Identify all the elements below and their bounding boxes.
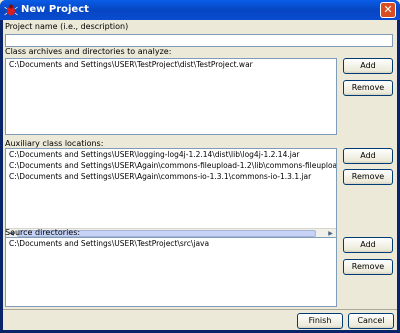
close-button[interactable]: ✕ bbox=[380, 2, 396, 18]
source-dirs-remove-button[interactable]: Remove bbox=[343, 259, 393, 275]
cancel-button[interactable]: Cancel bbox=[348, 313, 394, 329]
bug-icon bbox=[4, 4, 18, 16]
list-item[interactable]: C:\Documents and Settings\USER\logging-l… bbox=[6, 149, 336, 160]
footer-bar: Finish Cancel bbox=[3, 311, 397, 330]
class-archives-label: Class archives and directories to analyz… bbox=[5, 47, 172, 56]
aux-class-add-button[interactable]: Add bbox=[343, 148, 393, 164]
window-title: New Project bbox=[21, 4, 89, 15]
source-dirs-list[interactable]: C:\Documents and Settings\USER\TestProje… bbox=[5, 237, 337, 307]
project-name-input[interactable] bbox=[5, 34, 393, 47]
class-archives-add-button[interactable]: Add bbox=[343, 58, 393, 74]
close-icon: ✕ bbox=[383, 3, 393, 16]
list-item[interactable]: C:\Documents and Settings\USER\TestProje… bbox=[6, 59, 336, 70]
finish-button[interactable]: Finish bbox=[297, 313, 343, 329]
class-archives-remove-button[interactable]: Remove bbox=[343, 80, 393, 96]
scroll-right-icon[interactable]: ▶ bbox=[326, 230, 335, 237]
title-bar[interactable]: New Project ✕ bbox=[0, 0, 400, 20]
project-name-label: Project name (i.e., description) bbox=[5, 22, 129, 31]
aux-class-label: Auxiliary class locations: bbox=[5, 139, 104, 148]
footer-separator bbox=[3, 309, 397, 310]
aux-class-remove-button[interactable]: Remove bbox=[343, 169, 393, 185]
source-dirs-add-button[interactable]: Add bbox=[343, 237, 393, 253]
class-archives-list[interactable]: C:\Documents and Settings\USER\TestProje… bbox=[5, 58, 337, 135]
aux-class-list[interactable]: C:\Documents and Settings\USER\logging-l… bbox=[5, 148, 337, 239]
list-item[interactable]: C:\Documents and Settings\USER\Again\com… bbox=[6, 160, 336, 171]
list-item[interactable]: C:\Documents and Settings\USER\Again\com… bbox=[6, 171, 336, 182]
new-project-dialog: New Project ✕ Project name (i.e., descri… bbox=[0, 0, 400, 333]
dialog-body: Project name (i.e., description) Class a… bbox=[3, 20, 397, 330]
source-dirs-label: Source directories: bbox=[5, 228, 81, 237]
list-item[interactable]: C:\Documents and Settings\USER\TestProje… bbox=[6, 238, 336, 249]
